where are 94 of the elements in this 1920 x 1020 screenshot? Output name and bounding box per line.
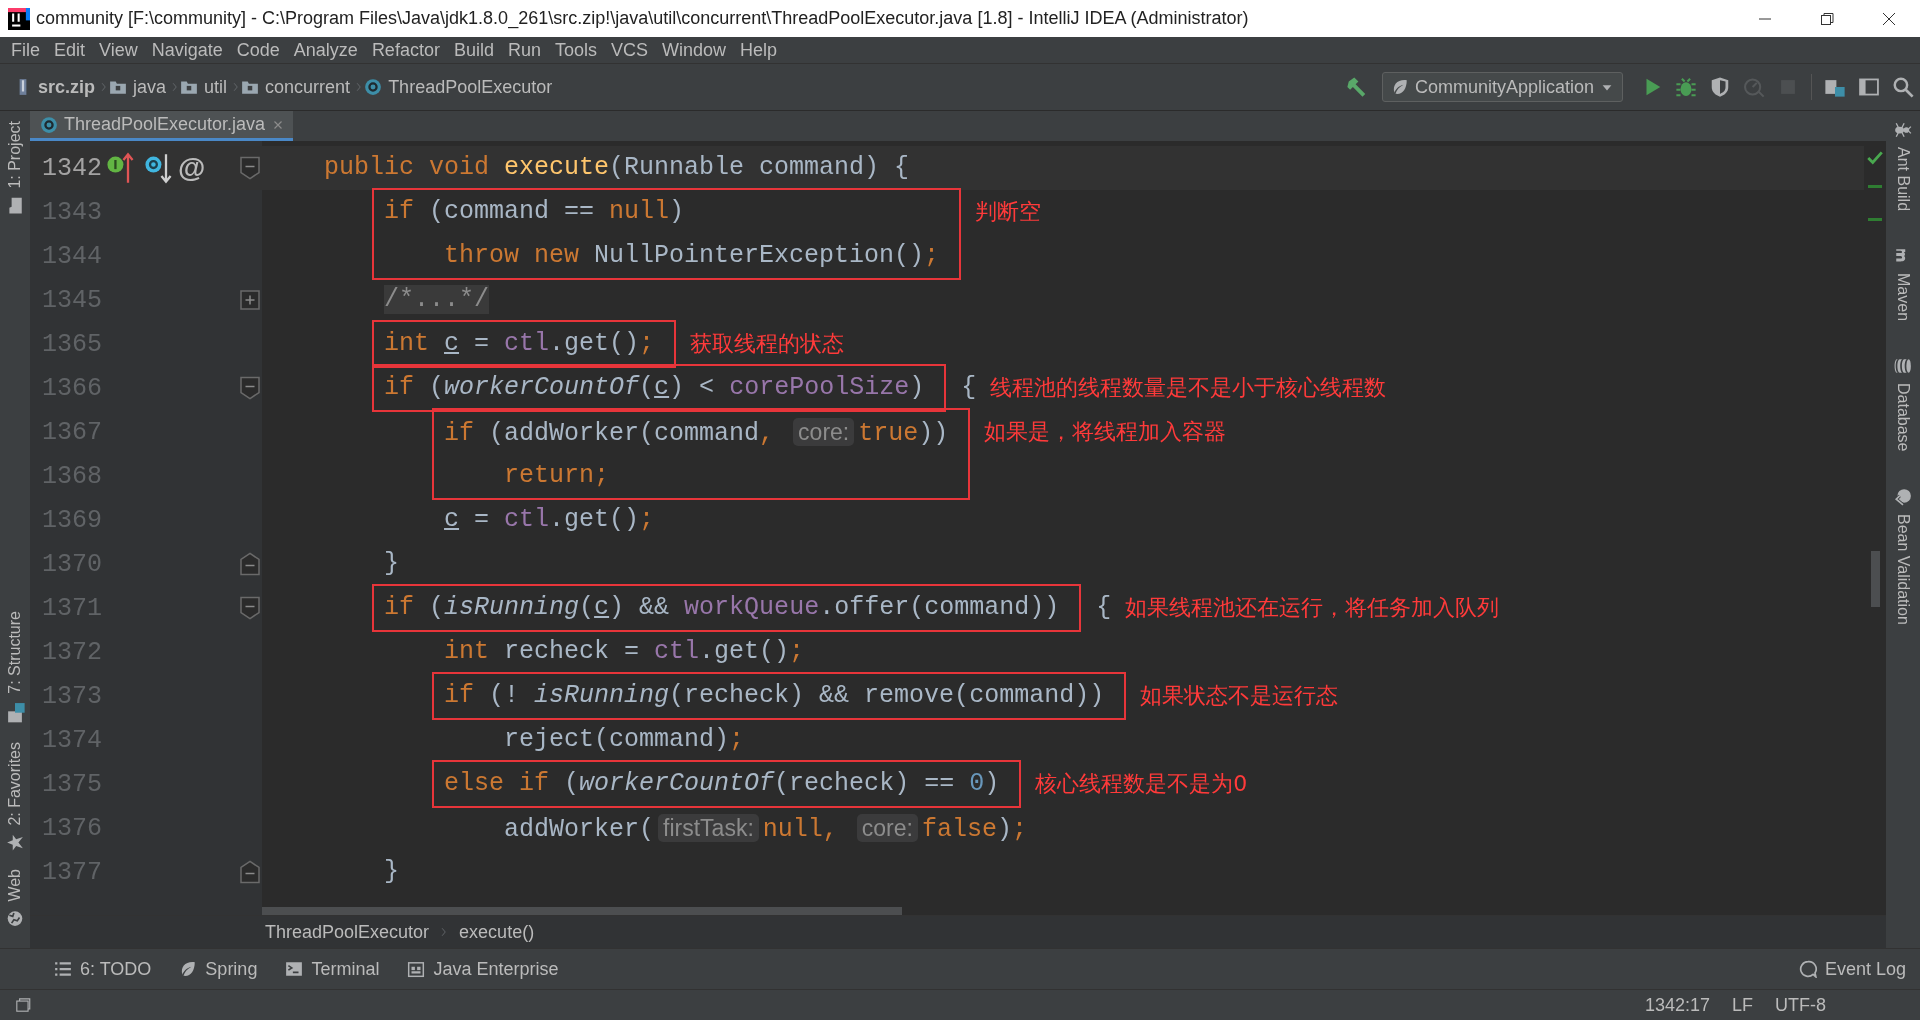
breadcrumb-item[interactable]: execute() (459, 921, 535, 943)
menu-item[interactable]: Run (500, 39, 548, 61)
menu-item[interactable]: Analyze (286, 39, 365, 61)
annotation-note: 判断空 (975, 198, 1042, 226)
code-line: if (! isRunning(recheck) && remove(command)) (444, 680, 1105, 712)
code-line: if (workerCountOf(c) < corePoolSize) (384, 372, 925, 404)
profile-icon (1743, 76, 1765, 98)
change-marker (1868, 218, 1882, 221)
breadcrumb-item[interactable]: ThreadPoolExecutor (364, 76, 553, 98)
menu-item[interactable]: Code (229, 39, 287, 61)
package-icon (109, 78, 128, 96)
code-line: int recheck = ctl.get(); (443, 636, 806, 668)
favorites-icon (6, 833, 24, 852)
breadcrumb-item[interactable]: concurrent (241, 76, 351, 98)
layout-icon (1858, 76, 1880, 98)
line-separator[interactable]: LF (1732, 994, 1753, 1016)
coverage-icon (1709, 76, 1731, 98)
code-line: if (command == null) (384, 196, 686, 228)
database-icon (1894, 357, 1912, 376)
caret-position[interactable]: 1342:17 (1644, 994, 1710, 1016)
breadcrumb-item[interactable]: ThreadPoolExecutor (265, 921, 430, 943)
menu-item[interactable]: Navigate (144, 39, 230, 61)
tool-window-button[interactable]: Spring (165, 958, 272, 980)
annotation-icon[interactable]: @ (178, 152, 206, 184)
menu-item[interactable]: Window (655, 39, 734, 61)
debug-icon (1675, 76, 1697, 98)
tool-window-button[interactable]: Ant Build (1894, 117, 1912, 216)
tool-window-button[interactable]: 2: Favorites (6, 737, 24, 856)
code-line: c = ctl.get(); (443, 504, 656, 536)
web-icon (6, 910, 24, 928)
change-marker (1868, 185, 1882, 188)
code-line: reject(command); (503, 724, 746, 756)
code-line: if (isRunning(c) && workQueue.offer(command)) (384, 592, 1060, 624)
editor-tab[interactable]: ThreadPoolExecutor.java (30, 111, 294, 141)
menu-item[interactable]: View (92, 39, 145, 61)
menu-item[interactable]: VCS (604, 39, 655, 61)
run-configuration-dropdown[interactable]: CommunityApplication (1381, 72, 1623, 102)
project-icon (6, 196, 24, 215)
terminal-icon (285, 960, 304, 978)
tool-window-button[interactable]: Bean Validation (1894, 483, 1912, 629)
tool-window-button[interactable]: Web (6, 865, 24, 932)
menu-item[interactable]: Help (733, 39, 785, 61)
annotation-note: 如果线程池还在运行，将任务加入队列 (1125, 594, 1500, 622)
menu-item[interactable]: Tools (547, 39, 604, 61)
code-line: if (addWorker(command, core: true)) (444, 417, 949, 450)
breadcrumb-item[interactable]: util (180, 76, 228, 98)
tool-window-button[interactable]: Maven (1894, 243, 1912, 326)
tool-window-button[interactable]: 1: Project (6, 117, 24, 219)
ant-icon (1894, 121, 1912, 139)
window-close-icon (1881, 10, 1897, 27)
search-icon (1892, 76, 1914, 98)
annotation-note: 如果是，将线程加入容器 (984, 418, 1227, 446)
code-text: { (960, 372, 977, 404)
annotation-note: 核心线程数是不是为0 (1035, 770, 1248, 798)
code-line: return; (503, 460, 611, 492)
package-icon (180, 78, 199, 96)
tool-window-button[interactable]: 7: Structure (4, 607, 26, 728)
vertical-scrollbar-thumb[interactable] (1870, 551, 1880, 607)
menu-item[interactable]: File (4, 39, 47, 61)
tool-window-button[interactable]: Database (1894, 353, 1912, 456)
code-line: } (383, 856, 401, 888)
breadcrumb-item[interactable]: java (109, 76, 167, 98)
menu-item[interactable]: Build (446, 39, 501, 61)
spring-icon (179, 960, 198, 978)
file-encoding[interactable]: UTF-8 (1775, 994, 1826, 1016)
menu-item[interactable]: Refactor (364, 39, 447, 61)
tool-window-button[interactable]: Terminal (271, 958, 394, 980)
event-icon (1798, 960, 1817, 978)
annotation-note: 线程池的线程数量是不是小于核心线程数 (990, 374, 1387, 402)
package-icon (241, 78, 260, 96)
tool-window-button[interactable]: Java Enterprise (393, 958, 573, 980)
app-logo-icon (8, 7, 30, 30)
line-number: 1342 (42, 153, 102, 183)
code-line: else if (workerCountOf(recheck) == 0) (444, 768, 1000, 800)
build-icon (1345, 76, 1368, 98)
annotation-note: 获取线程的状态 (690, 330, 845, 358)
code-text: { (1095, 592, 1112, 624)
status-window-icon (14, 996, 32, 1014)
event-log-button[interactable]: Event Log (1784, 958, 1920, 980)
minimize-icon (1759, 17, 1771, 20)
restore-icon (1819, 10, 1835, 27)
code-line: throw new NullPointerException(); (443, 240, 940, 272)
code-line: } (383, 548, 401, 580)
class-icon (364, 78, 383, 96)
tool-window-button[interactable]: 6: TODO (40, 958, 166, 980)
menu-item[interactable]: Edit (47, 39, 93, 61)
annotation-note: 如果状态不是运行态 (1140, 682, 1339, 710)
checkmark-icon (1866, 149, 1884, 167)
todo-icon (54, 960, 72, 978)
code-line: addWorker( firstTask: null, core: false); (503, 813, 1028, 846)
breadcrumb-item[interactable]: src.zip (14, 76, 96, 98)
code-line: int c = ctl.get(); (384, 328, 655, 360)
class-icon (40, 115, 58, 134)
window-title: community [F:\community] - C:\Program Files\Java\jdk1.8.0_261\src.zip!\java\util\concurrent\ThreadPoolExecutor.java [1.8] - IntelliJ IDEA (Administrator) (36, 8, 1250, 29)
